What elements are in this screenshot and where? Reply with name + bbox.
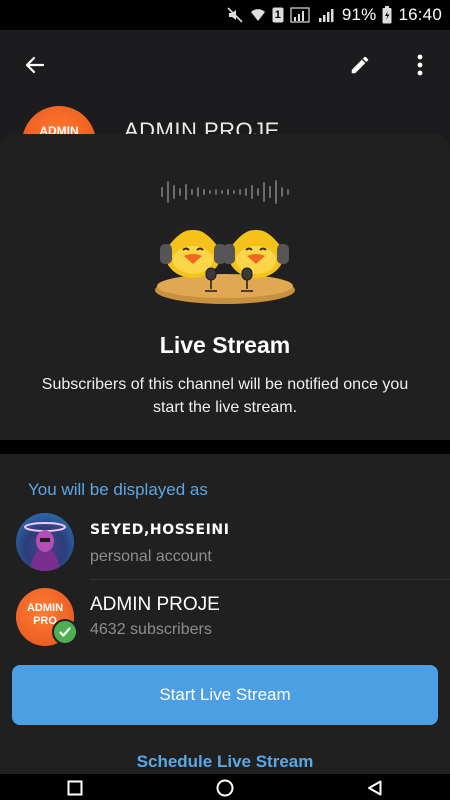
- battery-icon: [382, 6, 392, 24]
- home-circle-icon[interactable]: [216, 779, 234, 797]
- signal-icon: [290, 7, 312, 23]
- mute-icon: [226, 7, 244, 23]
- battery-percent: 91%: [341, 5, 377, 24]
- more-vert-icon[interactable]: [403, 48, 437, 82]
- sim-icon: 1: [272, 7, 284, 23]
- sheet-title: Live Stream: [159, 332, 291, 358]
- clock: 16:40: [398, 5, 442, 24]
- sim-badge: 1: [274, 9, 281, 21]
- status-bar: 1 91% 16:40: [0, 0, 450, 30]
- start-live-stream-button[interactable]: Start Live Stream: [12, 665, 438, 725]
- display-as-label: You will be displayed as: [28, 480, 208, 499]
- system-nav-bar: [0, 774, 450, 800]
- recents-square-icon[interactable]: [66, 779, 84, 797]
- hero-section: Live Stream Subscribers of this channel …: [0, 134, 450, 440]
- sheet-description: Subscribers of this channel will be noti…: [41, 376, 409, 416]
- app-bar: [0, 30, 450, 100]
- pencil-icon[interactable]: [343, 48, 377, 82]
- channel-account-name: ADMIN PROJE: [90, 594, 220, 615]
- schedule-live-stream-button[interactable]: Schedule Live Stream: [0, 752, 450, 772]
- back-triangle-icon[interactable]: [366, 779, 384, 797]
- signal-bars-icon: [318, 7, 336, 23]
- back-arrow-icon[interactable]: [18, 48, 52, 82]
- selected-check-icon: [52, 619, 78, 645]
- personal-avatar: [16, 513, 74, 571]
- account-row-channel[interactable]: ADMIN PRO ADMIN PROJE 4632 subscribers: [0, 580, 450, 652]
- personal-account-subtitle: personal account: [90, 548, 212, 565]
- wifi-icon: [250, 7, 266, 23]
- personal-account-name: SEYED,HOSSEINI: [90, 522, 230, 538]
- section-divider: [0, 440, 450, 454]
- podcast-ducks-illustration: [155, 180, 295, 304]
- channel-account-subtitle: 4632 subscribers: [90, 621, 212, 638]
- live-stream-sheet: Live Stream Subscribers of this channel …: [0, 134, 450, 774]
- account-row-personal[interactable]: SEYED,HOSSEINI personal account: [0, 507, 450, 580]
